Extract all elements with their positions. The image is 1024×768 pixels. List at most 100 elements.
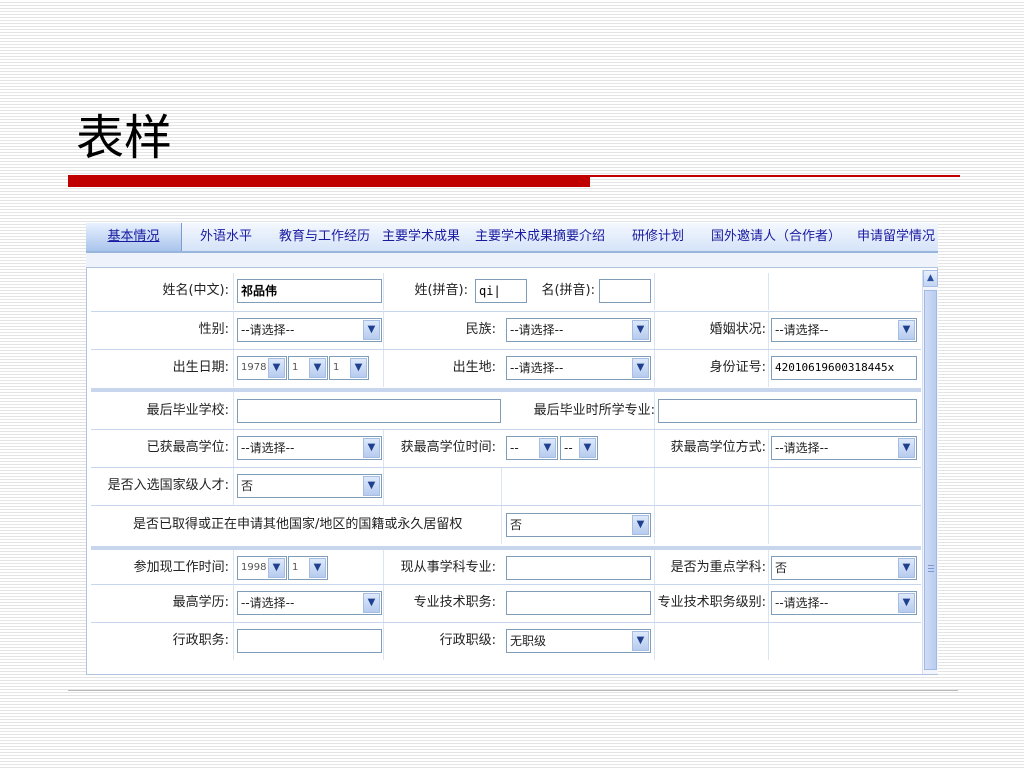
admin-post-input[interactable] [237, 629, 382, 653]
chevron-down-icon: ▼ [632, 515, 649, 535]
admin-level-select[interactable]: 无职级 ▼ [506, 629, 651, 653]
degree-year-value: -- [510, 441, 519, 455]
tab-results-summary[interactable]: 主要学术成果摘要介绍 [475, 223, 605, 251]
chevron-down-icon: ▼ [363, 476, 380, 496]
name-cn-input[interactable]: 祁品伟 [237, 279, 382, 303]
surname-pinyin-label: 姓(拼音): [414, 283, 468, 298]
surname-pinyin-input[interactable]: qi| [475, 279, 527, 303]
admin-level-value: 无职级 [510, 634, 547, 648]
chevron-down-icon: ▼ [268, 358, 285, 378]
tab-foreign-language[interactable]: 外语水平 [200, 223, 252, 251]
gender-select[interactable]: --请选择-- ▼ [237, 318, 382, 342]
admin-post-label: 行政职务: [172, 633, 229, 648]
work-year-select[interactable]: 1998 ▼ [237, 556, 287, 580]
last-major-input[interactable] [658, 399, 917, 423]
ethnicity-select[interactable]: --请选择-- ▼ [506, 318, 651, 342]
current-field-input[interactable] [506, 556, 651, 580]
work-month-select[interactable]: 1 ▼ [288, 556, 328, 580]
current-field-label: 现从事学科专业: [400, 560, 496, 575]
foreign-residency-label: 是否已取得或正在申请其他国家/地区的国籍或永久居留权 [133, 517, 463, 532]
birth-date-label: 出生日期: [172, 360, 229, 375]
chevron-down-icon: ▼ [898, 558, 915, 578]
tab-study-plan[interactable]: 研修计划 [632, 223, 684, 251]
foreign-residency-value: 否 [510, 518, 523, 532]
work-start-label: 参加现工作时间: [133, 560, 229, 575]
last-major-label: 最后毕业时所学专业: [533, 403, 655, 418]
tech-level-value: --请选择-- [775, 596, 829, 610]
degree-method-select[interactable]: --请选择-- ▼ [771, 436, 917, 460]
tab-bar: 基本情况 外语水平 教育与工作经历 主要学术成果 主要学术成果摘要介绍 研修计划… [86, 223, 938, 253]
key-discipline-label: 是否为重点学科: [670, 560, 766, 575]
national-talent-label: 是否入选国家级人才: [107, 478, 229, 493]
highest-degree-value: --请选择-- [241, 441, 295, 455]
degree-method-label: 获最高学位方式: [670, 440, 766, 455]
tech-level-label: 专业技术职务级别: [657, 595, 766, 610]
chevron-down-icon: ▼ [363, 320, 380, 340]
tab-academic-results[interactable]: 主要学术成果 [382, 223, 460, 251]
scroll-thumb[interactable] [924, 290, 937, 670]
footer-divider [68, 690, 958, 691]
national-talent-select[interactable]: 否 ▼ [237, 474, 382, 498]
form-row-school: 最后毕业学校: 最后毕业时所学专业: [91, 388, 921, 429]
highest-degree-label: 已获最高学位: [146, 440, 229, 455]
tech-level-select[interactable]: --请选择-- ▼ [771, 591, 917, 615]
tech-title-label: 专业技术职务: [413, 595, 496, 610]
degree-time-label: 获最高学位时间: [400, 440, 496, 455]
birth-year-select[interactable]: 1978 ▼ [237, 356, 287, 380]
birth-day-select[interactable]: 1 ▼ [329, 356, 369, 380]
title-underline-thick [68, 175, 590, 187]
slide-title: 表样 [76, 110, 173, 166]
key-discipline-select[interactable]: 否 ▼ [771, 556, 917, 580]
scroll-up-arrow-icon[interactable]: ▲ [923, 270, 938, 287]
foreign-residency-select[interactable]: 否 ▼ [506, 513, 651, 537]
marital-select[interactable]: --请选择-- ▼ [771, 318, 917, 342]
education-value: --请选择-- [241, 596, 295, 610]
gender-value: --请选择-- [241, 323, 295, 337]
form-row-degree: 已获最高学位: --请选择-- ▼ 获最高学位时间: -- ▼ -- ▼ 获最高学位方… [91, 429, 921, 467]
education-label: 最高学历: [172, 595, 229, 610]
marital-value: --请选择-- [775, 323, 829, 337]
chevron-down-icon: ▼ [309, 358, 326, 378]
degree-month-select[interactable]: -- ▼ [560, 436, 598, 460]
birthplace-select[interactable]: --请选择-- ▼ [506, 356, 651, 380]
admin-level-label: 行政职级: [439, 633, 496, 648]
tab-basic-info[interactable]: 基本情况 [86, 223, 182, 251]
tab-education-work[interactable]: 教育与工作经历 [279, 223, 370, 251]
tab-foreign-inviter[interactable]: 国外邀请人（合作者） [711, 223, 841, 251]
degree-year-select[interactable]: -- ▼ [506, 436, 558, 460]
chevron-down-icon: ▼ [632, 320, 649, 340]
form-row-admin: 行政职务: 行政职级: 无职级 ▼ [91, 622, 921, 660]
tech-title-input[interactable] [506, 591, 651, 615]
work-month-value: 1 [292, 562, 299, 573]
chevron-down-icon: ▼ [898, 320, 915, 340]
id-number-input[interactable]: 42010619600318445x [771, 356, 917, 380]
marital-label: 婚姻状况: [709, 322, 766, 337]
birthplace-value: --请选择-- [510, 361, 564, 375]
form-row-talent: 是否入选国家级人才: 否 ▼ [91, 467, 921, 505]
ethnicity-value: --请选择-- [510, 323, 564, 337]
birth-day-value: 1 [333, 362, 340, 373]
form-scrollbar[interactable]: ▲ [922, 270, 938, 674]
highest-degree-select[interactable]: --请选择-- ▼ [237, 436, 382, 460]
name-cn-label: 姓名(中文): [162, 283, 229, 298]
chevron-down-icon: ▼ [350, 358, 367, 378]
birth-month-select[interactable]: 1 ▼ [288, 356, 328, 380]
chevron-down-icon: ▼ [632, 358, 649, 378]
chevron-down-icon: ▼ [539, 438, 556, 458]
chevron-down-icon: ▼ [309, 558, 326, 578]
last-school-input[interactable] [237, 399, 501, 423]
birth-year-value: 1978 [241, 362, 267, 373]
form-row-residency: 是否已取得或正在申请其他国家/地区的国籍或永久居留权 否 ▼ [91, 505, 921, 544]
degree-month-value: -- [564, 441, 573, 455]
given-pinyin-label: 名(拼音): [541, 283, 595, 298]
tab-study-abroad[interactable]: 申请留学情况 [857, 223, 935, 251]
form-row-education: 最高学历: --请选择-- ▼ 专业技术职务: 专业技术职务级别: --请选择--… [91, 584, 921, 622]
id-number-label: 身份证号: [709, 360, 766, 375]
chevron-down-icon: ▼ [363, 438, 380, 458]
chevron-down-icon: ▼ [632, 631, 649, 651]
birthplace-label: 出生地: [452, 360, 496, 375]
education-select[interactable]: --请选择-- ▼ [237, 591, 382, 615]
given-pinyin-input[interactable] [599, 279, 651, 303]
chevron-down-icon: ▼ [363, 593, 380, 613]
ethnicity-label: 民族: [465, 322, 496, 337]
